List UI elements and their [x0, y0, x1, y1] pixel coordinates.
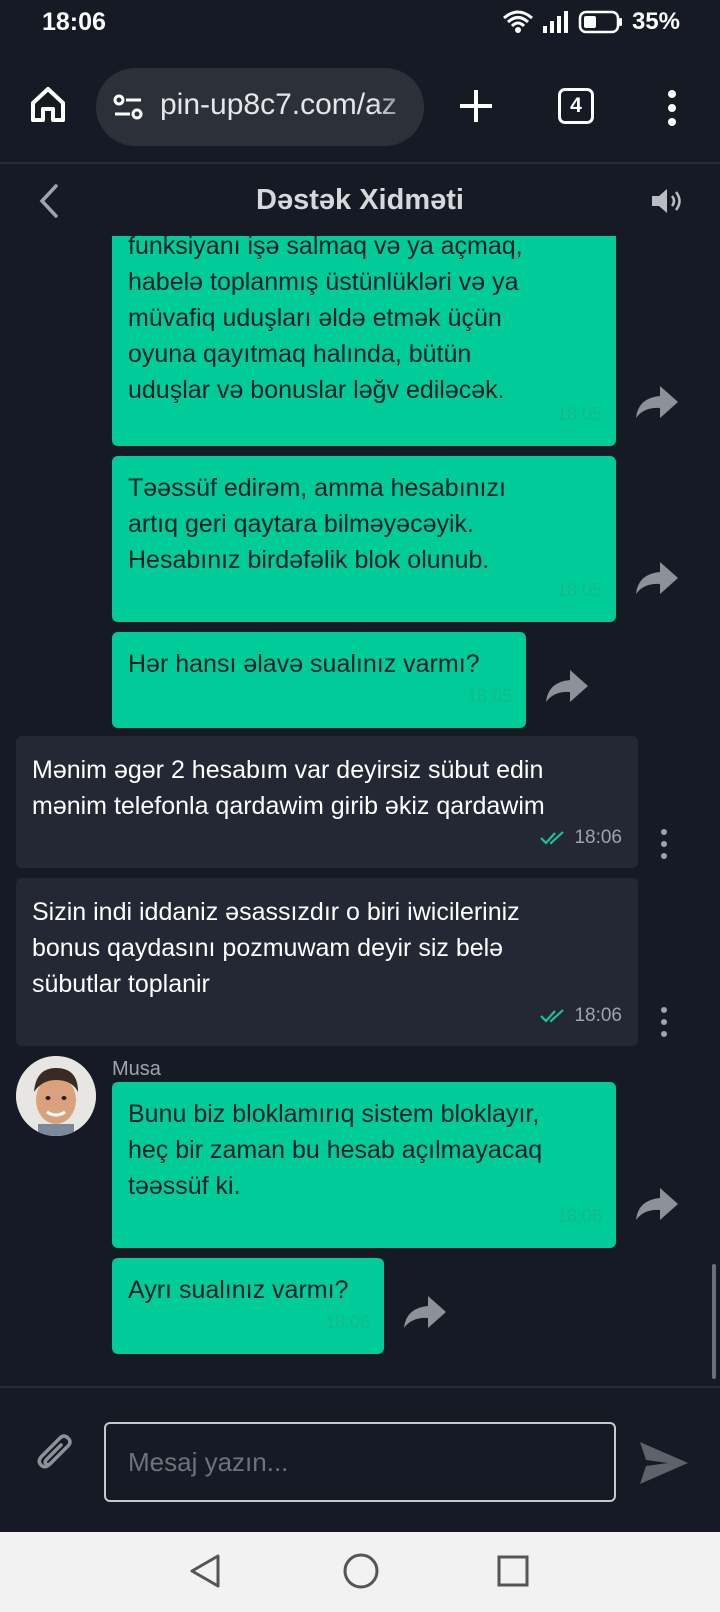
composer	[0, 1386, 720, 1532]
share-arrow-icon[interactable]	[632, 558, 680, 598]
tabs-button[interactable]: 4	[558, 88, 594, 124]
wifi-icon	[502, 10, 533, 33]
message-line: Təəssüf edirəm, amma hesabınızı	[128, 474, 506, 502]
nav-home-icon[interactable]	[342, 1552, 380, 1590]
user-message: Mənim əgər 2 hesabım var deyirsiz sübut …	[16, 736, 638, 868]
scrollbar[interactable]	[712, 1264, 716, 1379]
message-menu-icon[interactable]	[658, 1006, 670, 1038]
message-line: bonus qaydasını pozmuwam deyir siz belə	[32, 934, 504, 962]
status-icons: 35%	[502, 8, 680, 36]
signal-icon	[542, 11, 568, 33]
message-line: habelə toplanmış üstünlükləri və ya	[128, 268, 519, 296]
messages-list[interactable]: funksiyanı işə salmaq və ya açmaq, habel…	[0, 236, 720, 1386]
user-message: Sizin indi iddaniz əsassızdır o biri iwi…	[16, 878, 638, 1046]
home-icon[interactable]	[28, 84, 68, 124]
message-time: 18:06	[556, 1206, 602, 1226]
speaker-icon[interactable]	[650, 186, 686, 216]
message-line: Hər hansı əlavə sualınız varmı?	[128, 650, 480, 678]
share-arrow-icon[interactable]	[632, 1184, 680, 1224]
operator-message: Ayrı sualınız varmı? 18:06	[112, 1258, 384, 1354]
message-line: artıq geri qaytara bilməyəcəyik.	[128, 510, 474, 538]
message-time: 18:06	[324, 1312, 370, 1332]
share-arrow-icon[interactable]	[400, 1292, 448, 1332]
more-vert-icon[interactable]	[664, 88, 680, 128]
browser-toolbar: pin-up8c7.com/az 4	[0, 44, 720, 164]
battery-icon	[578, 10, 622, 34]
operator-message: Hər hansı əlavə sualınız varmı? 18:05	[112, 632, 526, 728]
chat-header: Dəstək Xidməti	[0, 166, 720, 236]
message-line: funksiyanı işə salmaq və ya açmaq,	[128, 236, 523, 260]
url-text[interactable]: pin-up8c7.com/az	[160, 88, 397, 122]
app-root: 18:06 35% pin-up8c7.com/az 4 Dəstək Xidm…	[0, 0, 720, 1612]
operator-name: Musa	[112, 1058, 161, 1080]
send-icon[interactable]	[638, 1440, 690, 1486]
message-meta: 18:06	[540, 998, 622, 1034]
share-arrow-icon[interactable]	[542, 666, 590, 706]
message-line: oyuna qayıtmaq halında, bütün	[128, 340, 472, 368]
battery-percent: 35%	[631, 8, 680, 35]
system-nav-bar	[0, 1532, 720, 1612]
message-line: heç bir zaman bu hesab açılmayacaq	[128, 1136, 543, 1164]
share-arrow-icon[interactable]	[632, 382, 680, 422]
message-time: 18:06	[574, 1005, 622, 1026]
url-fade	[374, 68, 424, 146]
message-line: Bunu biz bloklamırıq sistem bloklayır,	[128, 1100, 540, 1128]
status-time: 18:06	[42, 8, 106, 36]
message-time: 18:05	[466, 686, 512, 706]
message-line: müvafiq uduşları əldə etmək üçün	[128, 304, 502, 332]
plus-icon[interactable]	[458, 88, 494, 124]
operator-avatar-image	[16, 1056, 96, 1136]
operator-message: Təəssüf edirəm, amma hesabınızı artıq ge…	[112, 456, 616, 622]
double-check-icon	[540, 831, 565, 845]
message-line: Hesabınız birdəfəlik blok olunub.	[128, 546, 490, 574]
message-line: təəssüf ki.	[128, 1172, 241, 1200]
message-time: 18:06	[574, 827, 622, 848]
double-check-icon	[540, 1009, 565, 1023]
operator-message: funksiyanı işə salmaq və ya açmaq, habel…	[112, 236, 616, 446]
message-line: mənim telefonla qardawim girib əkiz qard…	[32, 792, 545, 820]
chat-title: Dəstək Xidməti	[256, 184, 464, 216]
operator-avatar	[16, 1056, 96, 1136]
message-line: uduşlar və bonuslar ləğv ediləcək.	[128, 376, 505, 404]
message-line: Mənim əgər 2 hesabım var deyirsiz sübut …	[32, 756, 544, 784]
message-meta: 18:06	[540, 820, 622, 856]
message-line: Ayrı sualınız varmı?	[128, 1276, 349, 1304]
message-line: Sizin indi iddaniz əsassızdır o biri iwi…	[32, 898, 520, 926]
message-menu-icon[interactable]	[658, 828, 670, 860]
operator-message: Bunu biz bloklamırıq sistem bloklayır, h…	[112, 1082, 616, 1248]
address-bar[interactable]: pin-up8c7.com/az	[96, 68, 424, 146]
nav-back-icon[interactable]	[188, 1552, 222, 1590]
message-time: 18:05	[556, 580, 602, 600]
paperclip-icon[interactable]	[36, 1434, 76, 1478]
site-settings-icon[interactable]	[112, 92, 144, 122]
nav-recents-icon[interactable]	[496, 1554, 530, 1588]
status-bar: 18:06 35%	[0, 0, 720, 44]
message-time: 18:05	[556, 404, 602, 424]
message-input[interactable]	[104, 1422, 616, 1502]
message-line: sübutlar toplanir	[32, 970, 210, 998]
